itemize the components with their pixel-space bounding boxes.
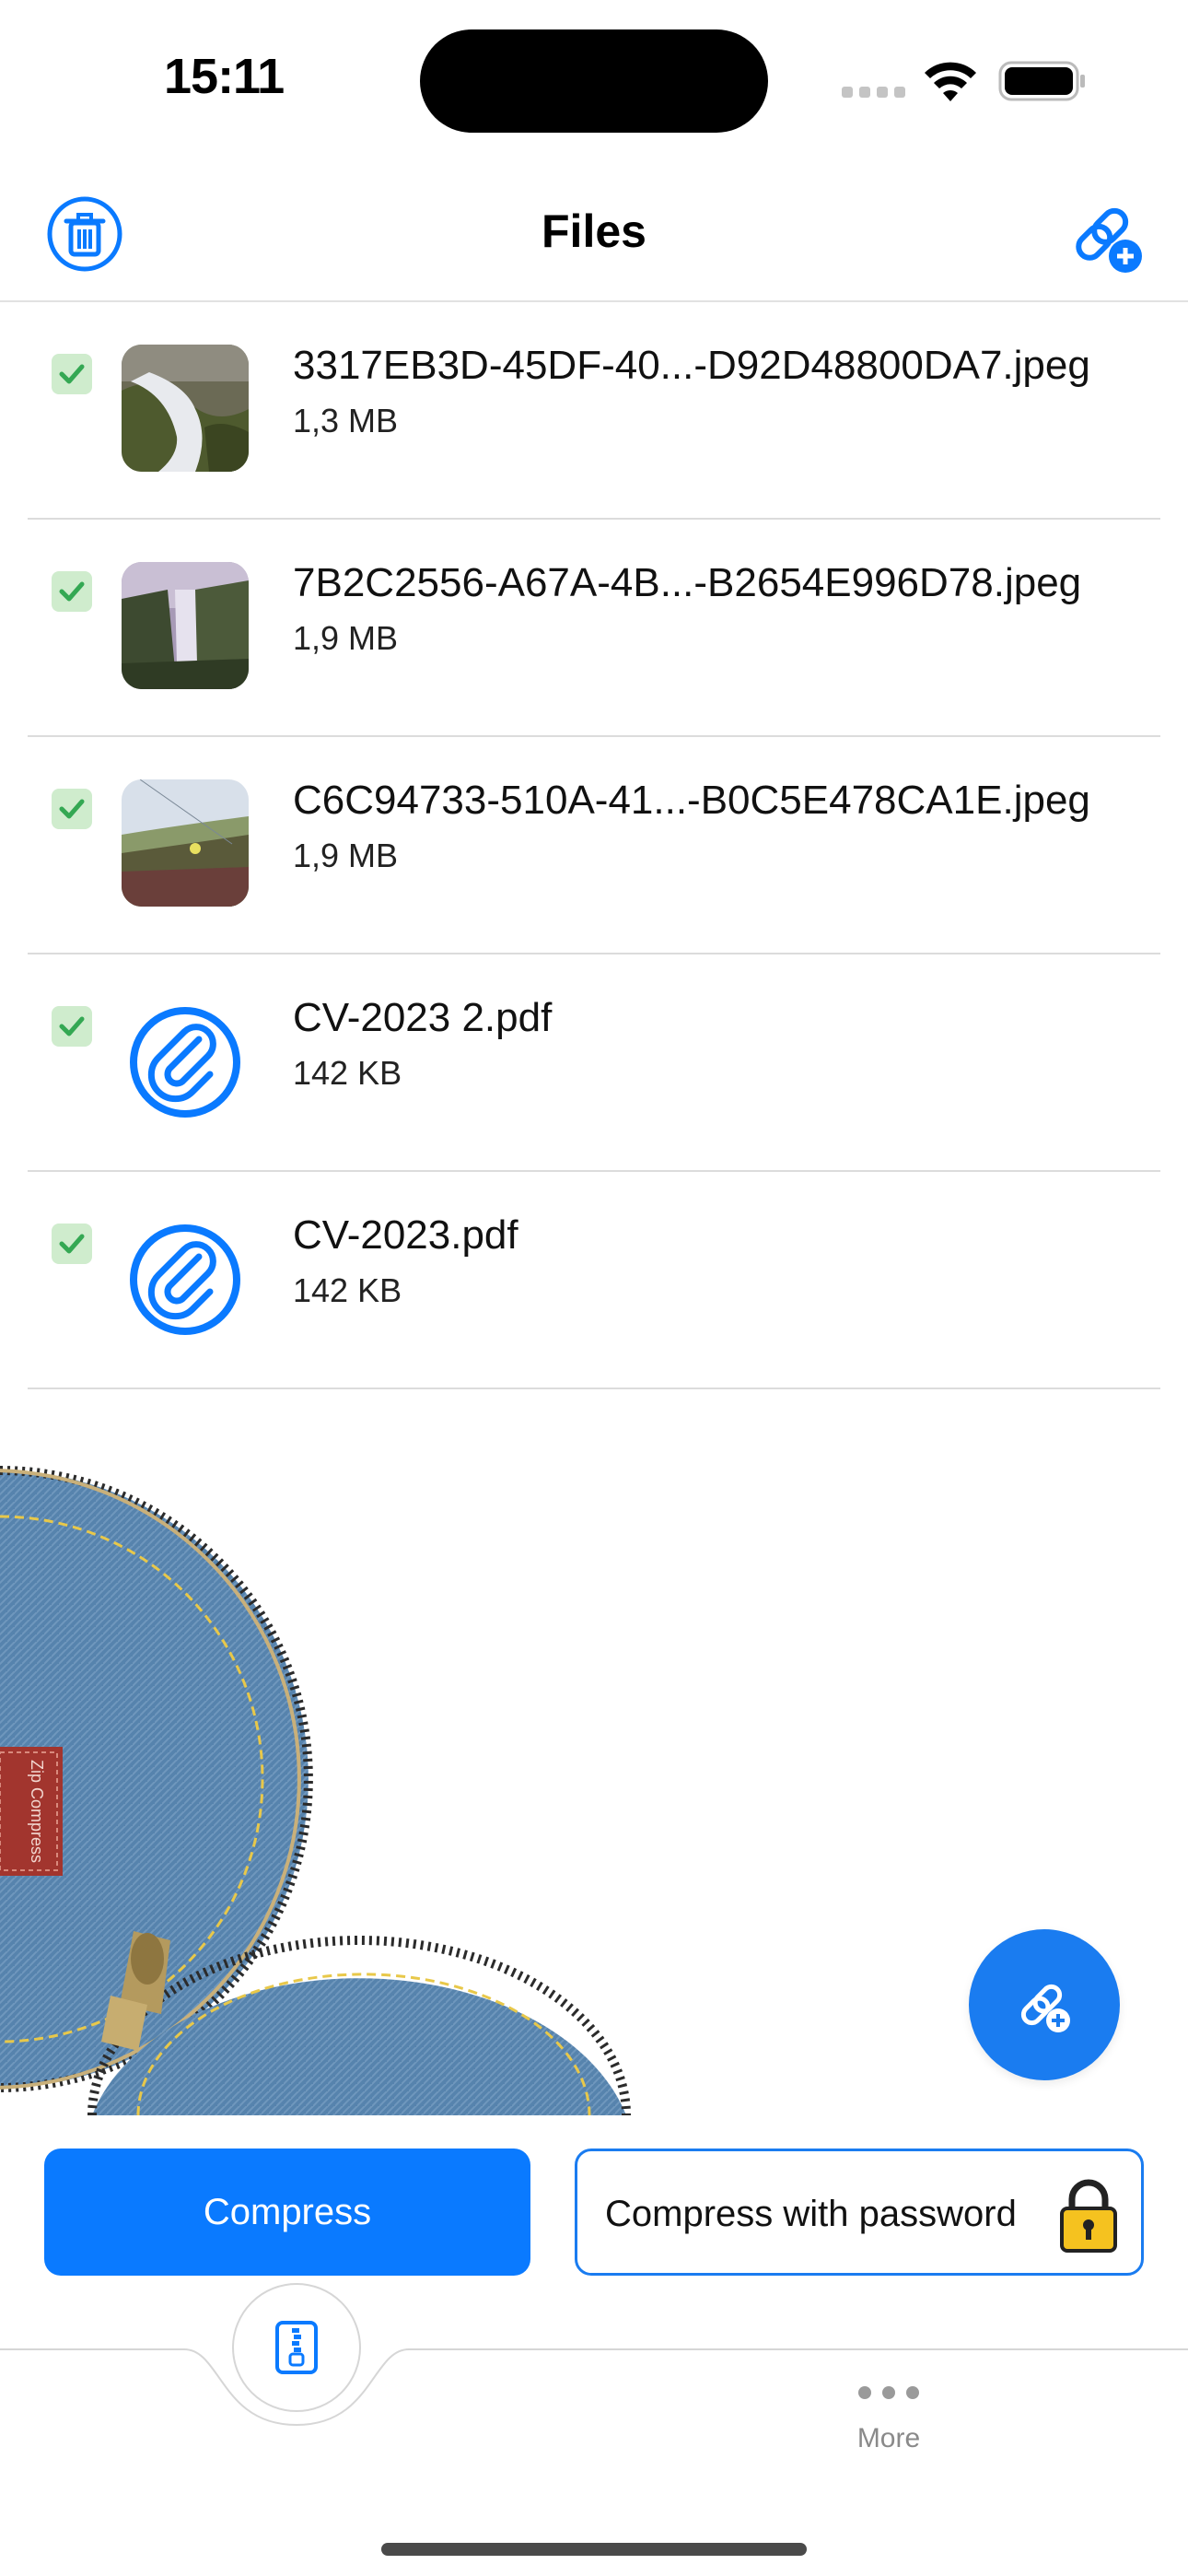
paperclip-icon: [130, 1224, 240, 1335]
decoration-tag-text: Zip Compress: [28, 1760, 46, 1863]
file-name: CV-2023 2.pdf: [293, 995, 553, 1040]
checkbox-checked[interactable]: [52, 354, 92, 394]
list-item[interactable]: 3317EB3D-45DF-40...-D92D48800DA7.jpeg 1,…: [0, 302, 1188, 520]
compress-button[interactable]: Compress: [44, 2149, 530, 2276]
checkbox-checked[interactable]: [52, 1006, 92, 1047]
link-add-icon[interactable]: [1065, 193, 1147, 276]
file-size: 142 KB: [293, 1271, 402, 1309]
link-add-icon: [1020, 1984, 1070, 2032]
lock-icon: [1060, 2179, 1117, 2253]
image-thumbnail: [122, 779, 249, 907]
checkmark-icon: [59, 364, 85, 384]
list-item[interactable]: CV-2023 2.pdf 142 KB: [0, 954, 1188, 1172]
file-name: CV-2023.pdf: [293, 1212, 518, 1258]
row-divider: [28, 1388, 1160, 1389]
checkmark-icon: [59, 581, 85, 602]
status-time: 15:11: [164, 49, 285, 104]
zip-file-icon: [275, 2321, 318, 2374]
list-item[interactable]: CV-2023.pdf 142 KB: [0, 1172, 1188, 1389]
tab-more-label: More: [856, 2423, 921, 2453]
more-dots-icon: [829, 2386, 949, 2399]
checkbox-checked[interactable]: [52, 571, 92, 612]
nav-bar: Files: [0, 184, 1188, 300]
page-title: Files: [542, 205, 646, 257]
compress-with-password-button[interactable]: Compress with password: [575, 2149, 1144, 2276]
tab-bar: [0, 2348, 1188, 2427]
list-item[interactable]: 7B2C2556-A67A-4B...-B2654E996D78.jpeg 1,…: [0, 520, 1188, 737]
home-indicator[interactable]: [381, 2543, 807, 2556]
checkmark-icon: [59, 1016, 85, 1036]
file-size: 1,9 MB: [293, 837, 399, 874]
list-item[interactable]: C6C94733-510A-41...-B0C5E478CA1E.jpeg 1,…: [0, 737, 1188, 954]
file-size: 1,9 MB: [293, 619, 399, 657]
file-name: 7B2C2556-A67A-4B...-B2654E996D78.jpeg: [293, 560, 1082, 605]
file-list: 3317EB3D-45DF-40...-D92D48800DA7.jpeg 1,…: [0, 302, 1188, 1389]
add-link-fab[interactable]: [969, 1929, 1120, 2080]
checkmark-icon: [59, 799, 85, 819]
wifi-icon: [925, 62, 976, 101]
checkbox-checked[interactable]: [52, 1224, 92, 1264]
tab-compress[interactable]: [232, 2283, 361, 2412]
cellular-signal-icon: [842, 87, 906, 100]
file-size: 142 KB: [293, 1054, 402, 1092]
denim-zipper-illustration: Zip Compress: [0, 1466, 631, 2115]
checkbox-checked[interactable]: [52, 789, 92, 829]
battery-icon: [998, 61, 1085, 101]
compress-with-password-label: Compress with password: [605, 2194, 1017, 2234]
file-name: 3317EB3D-45DF-40...-D92D48800DA7.jpeg: [293, 343, 1090, 388]
image-thumbnail: [122, 562, 249, 689]
tab-more[interactable]: More: [829, 2386, 949, 2478]
image-thumbnail: [122, 345, 249, 472]
status-bar: 15:11: [0, 0, 1188, 157]
file-name: C6C94733-510A-41...-B0C5E478CA1E.jpeg: [293, 778, 1090, 823]
file-size: 1,3 MB: [293, 402, 399, 439]
dynamic-island: [420, 29, 768, 133]
paperclip-icon: [130, 1007, 240, 1118]
checkmark-icon: [59, 1234, 85, 1254]
